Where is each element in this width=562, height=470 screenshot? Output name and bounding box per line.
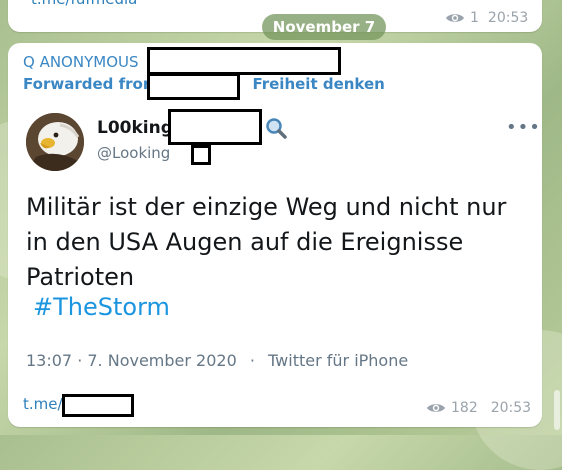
redaction-box xyxy=(168,109,262,145)
sender-name[interactable]: Q ANONYMOUS xyxy=(23,53,139,71)
eye-icon xyxy=(427,404,445,412)
tweet-client: Twitter für iPhone xyxy=(268,351,409,370)
tweet-timestamp: 13:07 · 7. November 2020 xyxy=(26,351,237,370)
channel-link[interactable]: t.me/ xyxy=(23,395,63,413)
tweet-screenshot[interactable]: L00king ••• @Looking Militär ist der ein… xyxy=(16,107,540,379)
view-count: 182 xyxy=(451,400,478,416)
message-time: 20:53 xyxy=(490,400,532,416)
message-meta: 182 20:53 xyxy=(426,400,531,416)
message-bubble: Q ANONYMOUS Forwarded from Freiheit denke… xyxy=(8,43,542,427)
more-icon[interactable]: ••• xyxy=(506,117,541,138)
previous-message-link[interactable]: t.me/fufmedia xyxy=(31,0,137,8)
date-separator: November 7 xyxy=(262,14,386,40)
tweet-text: Militär ist der einzige Weg und nicht nu… xyxy=(26,193,507,291)
previous-message-meta: 1 20:53 xyxy=(445,10,528,26)
eagle-avatar-image xyxy=(26,113,84,171)
tweet-separator: · xyxy=(249,351,255,370)
view-count: 1 xyxy=(470,10,479,26)
tweet-hashtag[interactable]: #TheStorm xyxy=(33,293,170,321)
redaction-box xyxy=(191,145,211,165)
tweet-handle: @Looking xyxy=(97,144,171,162)
redaction-box xyxy=(62,394,134,417)
redaction-box xyxy=(147,73,240,100)
avatar xyxy=(26,113,84,171)
forwarded-source-name: Freiheit denken xyxy=(252,75,385,93)
redaction-box xyxy=(147,47,341,75)
magnifier-icon xyxy=(266,118,287,139)
forwarded-from-label: Forwarded from xyxy=(23,75,159,93)
message-time: 20:53 xyxy=(487,10,529,26)
eye-icon xyxy=(446,14,464,22)
tweet-metadata: 13:07 · 7. November 2020 · Twitter für i… xyxy=(26,351,408,370)
scrollbar-thumb[interactable] xyxy=(554,390,560,430)
tweet-display-name: L00king xyxy=(97,118,173,138)
